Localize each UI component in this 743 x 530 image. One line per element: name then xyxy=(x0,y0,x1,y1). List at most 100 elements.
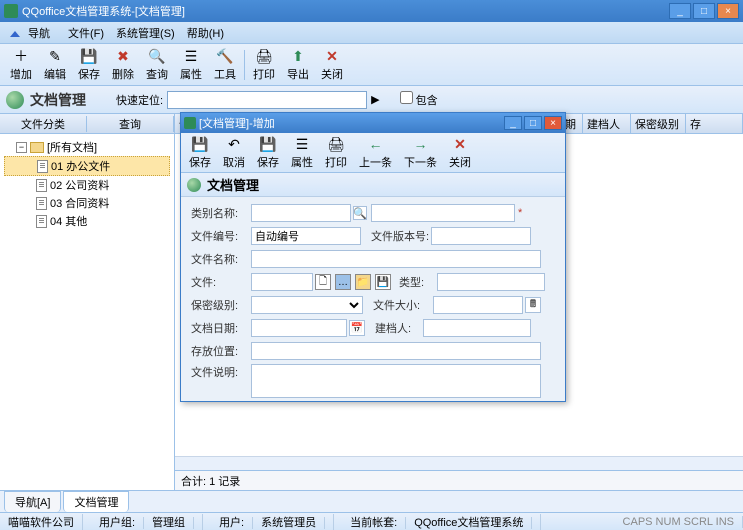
input-desc[interactable] xyxy=(251,364,541,398)
input-cat-desc[interactable] xyxy=(371,204,515,222)
add-icon: ＋ xyxy=(12,47,30,65)
search-icon: 🔍 xyxy=(148,47,166,65)
print-icon: 🖨 xyxy=(327,135,345,153)
close-button[interactable]: × xyxy=(717,3,739,19)
folder-icon xyxy=(30,142,44,153)
file-icon xyxy=(36,215,47,228)
menu-file[interactable]: 文件(F) xyxy=(62,23,110,43)
locate-input[interactable] xyxy=(167,91,367,109)
file-open-icon[interactable]: … xyxy=(335,274,351,290)
include-checkbox[interactable]: 包含 xyxy=(400,91,438,108)
cat-lookup-button[interactable]: 🔍 xyxy=(353,206,367,220)
export-button[interactable]: ⬆导出 xyxy=(281,45,315,84)
dlg-attr-button[interactable]: ☰属性 xyxy=(285,133,319,172)
query-button[interactable]: 🔍查询 xyxy=(140,45,174,84)
required-marker: * xyxy=(518,207,522,219)
grid-col-9[interactable]: 存 xyxy=(686,114,743,133)
file-new-icon[interactable]: 🗋 xyxy=(315,274,331,290)
close-icon: ✕ xyxy=(323,47,341,65)
collapse-icon[interactable]: − xyxy=(16,142,27,153)
maximize-button[interactable]: □ xyxy=(693,3,715,19)
locate-go-button[interactable]: ▶ xyxy=(371,93,379,106)
file-icon xyxy=(36,179,47,192)
input-loc[interactable] xyxy=(251,342,541,360)
menu-help[interactable]: 帮助(H) xyxy=(181,23,230,43)
file-icon xyxy=(37,160,48,173)
input-ftype[interactable] xyxy=(437,273,545,291)
home-icon xyxy=(10,31,20,37)
lbl-docdate: 文档日期: xyxy=(191,320,251,336)
input-creator[interactable] xyxy=(423,319,531,337)
sidebar-header: 文件分类 查询 xyxy=(0,114,174,134)
tree-node-01[interactable]: 01 办公文件 xyxy=(4,156,170,176)
dlg-save-button[interactable]: 💾保存 xyxy=(183,133,217,172)
add-button[interactable]: ＋增加 xyxy=(4,45,38,84)
delete-button[interactable]: ✖删除 xyxy=(106,45,140,84)
main-toolbar: ＋增加 ✎编辑 💾保存 ✖删除 🔍查询 ☰属性 🔨工具 🖨打印 ⬆导出 ✕关闭 xyxy=(0,44,743,86)
calc-button[interactable]: 🖩 xyxy=(525,297,541,313)
tools-button[interactable]: 🔨工具 xyxy=(208,45,242,84)
toolbar-separator xyxy=(244,50,245,80)
tools-icon: 🔨 xyxy=(216,47,234,65)
minimize-button[interactable]: _ xyxy=(669,3,691,19)
attr-icon: ☰ xyxy=(293,135,311,153)
dialog-close-button[interactable]: × xyxy=(544,116,562,130)
dialog-icon xyxy=(184,117,196,129)
tab-nav[interactable]: 导航[A] xyxy=(4,491,61,512)
lbl-file: 文件: xyxy=(191,274,251,290)
page-header: 文档管理 快速定位: ▶ 包含 xyxy=(0,86,743,114)
attr-button[interactable]: ☰属性 xyxy=(174,45,208,84)
tree-node-02[interactable]: 02 公司资料 xyxy=(4,176,170,194)
dialog-titlebar[interactable]: [文档管理]-增加 _ □ × xyxy=(181,113,565,133)
status-bar: 喵喵软件公司 用户组:管理组 用户:系统管理员 当前帐套:QQoffice文档管… xyxy=(0,512,743,530)
tree-node-04[interactable]: 04 其他 xyxy=(4,212,170,230)
menu-nav[interactable]: 导航 xyxy=(4,23,62,43)
lbl-docver: 文件版本号: xyxy=(371,228,431,244)
dlg-cancel-button[interactable]: ↶取消 xyxy=(217,133,251,172)
dlg-close-tool-button[interactable]: ✕关闭 xyxy=(443,133,477,172)
dialog-title: [文档管理]-增加 xyxy=(199,115,275,131)
grid-col-8[interactable]: 保密级别 xyxy=(631,114,686,133)
close-icon: ✕ xyxy=(451,135,469,153)
dlg-keep-button[interactable]: 💾保存 xyxy=(251,133,285,172)
dlg-print-button[interactable]: 🖨打印 xyxy=(319,133,353,172)
input-docname[interactable] xyxy=(251,250,541,268)
tree-root[interactable]: −[所有文档] xyxy=(4,138,170,156)
sidebar-tab-category[interactable]: 文件分类 xyxy=(0,116,87,132)
input-file[interactable] xyxy=(251,273,313,291)
tree-node-03[interactable]: 03 合同资料 xyxy=(4,194,170,212)
file-folder-icon[interactable]: 📁 xyxy=(355,274,371,290)
file-save-icon[interactable]: 💾 xyxy=(375,274,391,290)
sidebar-tab-query[interactable]: 查询 xyxy=(87,116,174,132)
edit-button[interactable]: ✎编辑 xyxy=(38,45,72,84)
lbl-ftype: 类型: xyxy=(399,274,437,290)
locate-label: 快速定位: xyxy=(116,92,163,108)
save-button[interactable]: 💾保存 xyxy=(72,45,106,84)
lbl-cat: 类别名称: xyxy=(191,205,251,221)
input-fsize[interactable] xyxy=(433,296,523,314)
input-cat[interactable] xyxy=(251,204,351,222)
next-icon: → xyxy=(412,135,430,153)
menu-system[interactable]: 系统管理(S) xyxy=(110,23,181,43)
category-tree: −[所有文档] 01 办公文件 02 公司资料 03 合同资料 04 其他 xyxy=(0,134,174,490)
dlg-next-button[interactable]: →下一条 xyxy=(398,133,443,172)
input-docno[interactable] xyxy=(251,227,361,245)
add-dialog: [文档管理]-增加 _ □ × 💾保存 ↶取消 💾保存 ☰属性 🖨打印 ←上一条… xyxy=(180,112,566,402)
dialog-maximize-button[interactable]: □ xyxy=(524,116,542,130)
dialog-minimize-button[interactable]: _ xyxy=(504,116,522,130)
input-docver[interactable] xyxy=(431,227,531,245)
tab-doc[interactable]: 文档管理 xyxy=(63,491,129,512)
grid-col-7[interactable]: 建档人 xyxy=(583,114,631,133)
dlg-prev-button[interactable]: ←上一条 xyxy=(353,133,398,172)
input-docdate[interactable] xyxy=(251,319,347,337)
horizontal-scrollbar[interactable] xyxy=(175,456,743,470)
close-tool-button[interactable]: ✕关闭 xyxy=(315,45,349,84)
globe-icon xyxy=(6,91,24,109)
bottom-tabs: 导航[A] 文档管理 xyxy=(0,490,743,512)
edit-icon: ✎ xyxy=(46,47,64,65)
print-button[interactable]: 🖨打印 xyxy=(247,45,281,84)
calendar-icon[interactable]: 📅 xyxy=(349,320,365,336)
select-secret[interactable] xyxy=(251,296,363,314)
save-icon: 💾 xyxy=(191,135,209,153)
dialog-header: 文档管理 xyxy=(181,173,565,197)
